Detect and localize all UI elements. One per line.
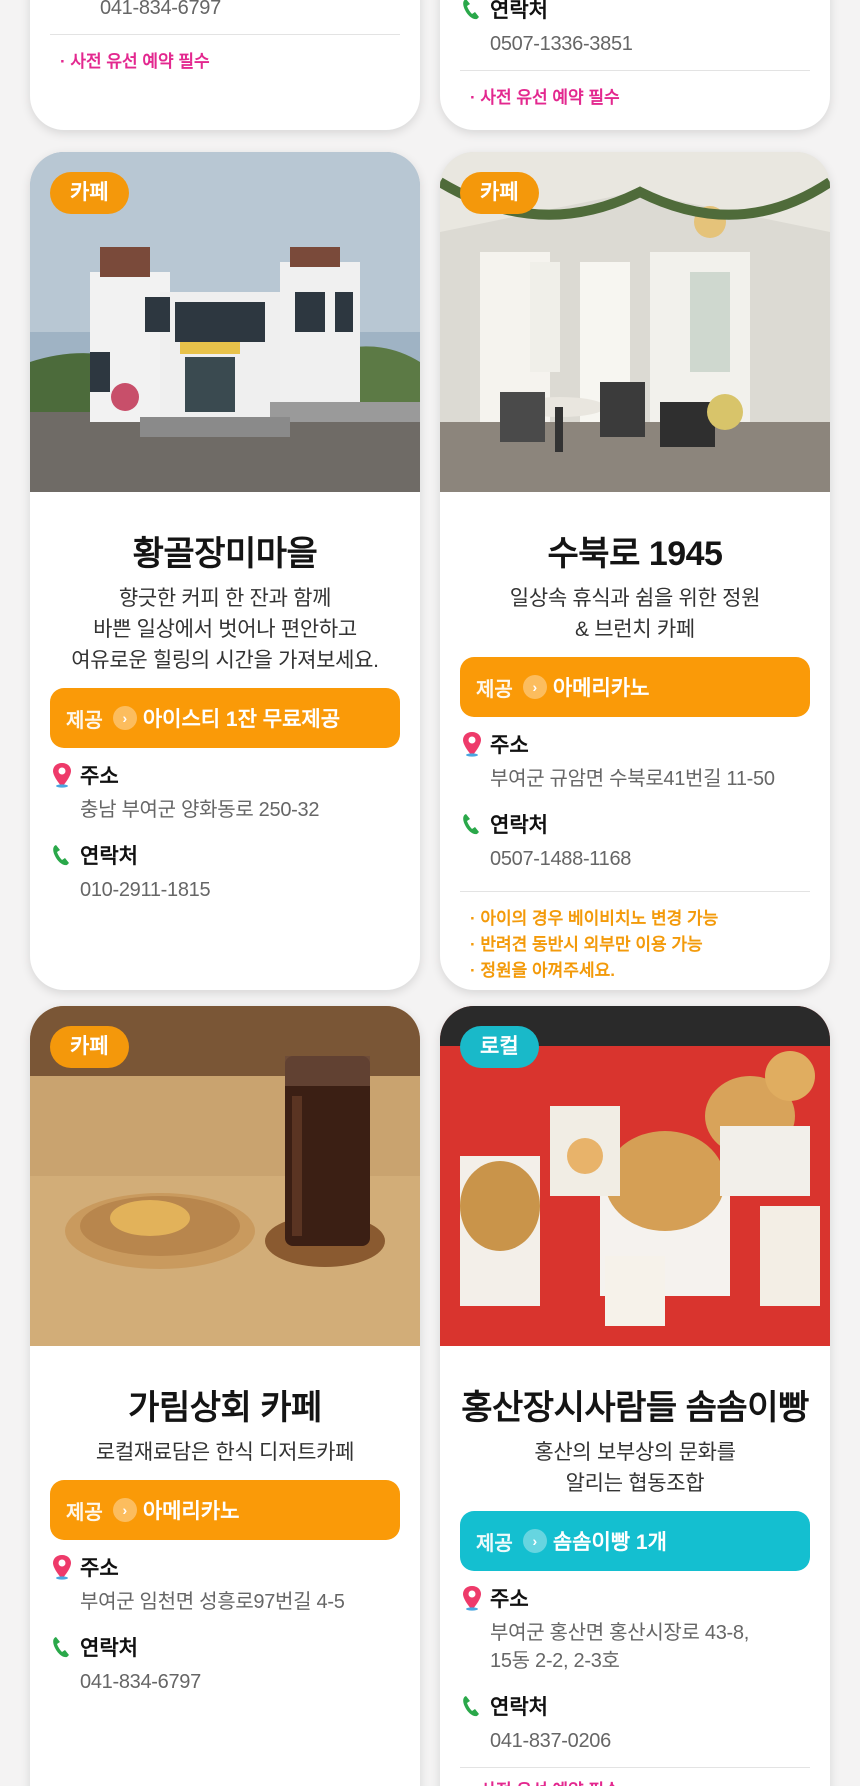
- note-item: · 정원을 아껴주세요.: [470, 961, 615, 980]
- place-description: 홍산의 보부상의 문화를 알리는 협동조합: [460, 1437, 810, 1499]
- address-label: 주소: [80, 765, 119, 788]
- category-badge: 카페: [50, 172, 129, 214]
- description-line: 바쁜 일상에서 벗어나 편안하고: [93, 618, 357, 641]
- place-description: 향긋한 커피 한 잔과 함께 바쁜 일상에서 벗어나 편안하고 여유로운 힐링의…: [50, 583, 400, 676]
- place-photo-building: 카페: [30, 152, 420, 492]
- phone-value[interactable]: 041-834-6797: [50, 1668, 400, 1696]
- address-value: 부여군 규암면 수북로41번길 11-50: [490, 768, 775, 790]
- category-badge: 카페: [50, 1026, 129, 1068]
- address-row: 주소: [50, 760, 400, 790]
- chevron-right-icon: ›: [112, 1498, 137, 1522]
- offer-value: 아이스티 1잔 무료제공: [142, 708, 341, 731]
- note-reservation: · 사전 유선 예약 필수: [470, 88, 620, 107]
- address-line: 15동 2-2, 2-3호: [490, 1650, 620, 1672]
- description-line: 여유로운 힐링의 시간을 가져보세요.: [71, 649, 379, 672]
- phone-row: 연락처: [460, 1691, 810, 1721]
- offer-bar: 제공 › 솜솜이빵 1개: [460, 1511, 810, 1571]
- note-reservation: · 사전 유선 예약 필수: [60, 52, 210, 71]
- map-pin-icon: [53, 1555, 71, 1580]
- description-line: 향긋한 커피 한 잔과 함께: [118, 587, 332, 610]
- phone-value: 041-834-6797: [100, 0, 221, 19]
- offer-bar: 제공 › 아이스티 1잔 무료제공: [50, 688, 400, 748]
- address-label: 주소: [490, 734, 529, 757]
- place-description: 일상속 휴식과 쉼을 위한 정원 & 브런치 카페: [460, 583, 810, 645]
- chevron-right-icon: ›: [522, 675, 547, 699]
- address-value: 부여군 임천면 성흥로97번길 4-5: [80, 1591, 345, 1613]
- chevron-right-icon: ›: [522, 1529, 547, 1553]
- offer-value: 솜솜이빵 1개: [552, 1531, 667, 1554]
- address-label: 주소: [490, 1588, 529, 1611]
- phone-label: 연락처: [490, 814, 548, 837]
- phone-value[interactable]: 0507-1488-1168: [460, 845, 810, 873]
- note-item: · 반려견 동반시 외부만 이용 가능: [470, 935, 703, 954]
- phone-label: 연락처: [80, 1637, 138, 1660]
- phone-row: 연락처: [460, 809, 810, 839]
- divider: [460, 891, 810, 892]
- phone-label: 연락처: [490, 1696, 548, 1719]
- phone-row: 연락처: [50, 1632, 400, 1662]
- place-title: 수북로 1945: [547, 535, 723, 573]
- divider: [460, 1767, 810, 1768]
- address-row: 주소: [50, 1552, 400, 1582]
- map-pin-icon: [463, 732, 481, 757]
- notes-list: · 아이의 경우 베이비치노 변경 가능 · 반려견 동반시 외부만 이용 가능…: [460, 906, 810, 984]
- phone-icon: [463, 1696, 479, 1717]
- description-line: 일상속 휴식과 쉼을 위한 정원: [509, 587, 761, 610]
- chevron-right-icon: ›: [112, 706, 137, 730]
- phone-label: 연락처: [490, 0, 548, 22]
- place-card[interactable]: 카페 수북로 1945 일상속 휴식과 쉼을 위한 정원 & 브런치 카페 제공…: [440, 152, 830, 990]
- note-item: · 사전 유선 예약 필수: [470, 1778, 810, 1786]
- place-title: 홍산장시사람들 솜솜이빵: [461, 1389, 809, 1427]
- place-photo-bread: 로컬: [440, 1006, 830, 1346]
- phone-icon: [463, 0, 479, 20]
- phone-icon: [53, 1637, 69, 1658]
- phone-value[interactable]: 041-837-0206: [460, 1727, 810, 1755]
- offer-value: 아메리카노: [142, 1500, 240, 1523]
- offer-label: 제공: [476, 678, 513, 701]
- address-line: 부여군 홍산면 홍산시장로 43-8,: [490, 1622, 749, 1644]
- description-line: & 브런치 카페: [575, 618, 695, 641]
- offer-value: 아메리카노: [552, 677, 650, 700]
- card-previous-right: 연락처 0507-1336-3851 · 사전 유선 예약 필수: [440, 0, 830, 130]
- place-title: 가림상회 카페: [128, 1389, 322, 1427]
- offer-label: 제공: [66, 709, 103, 732]
- offer-label: 제공: [66, 1501, 103, 1524]
- note-item: · 아이의 경우 베이비치노 변경 가능: [470, 909, 719, 928]
- description-line: 알리는 협동조합: [565, 1472, 705, 1495]
- address-row: 주소: [460, 1583, 810, 1613]
- phone-value[interactable]: 010-2911-1815: [50, 876, 400, 904]
- description-line: 로컬재료담은 한식 디저트카페: [95, 1441, 355, 1464]
- address-row: 주소: [460, 729, 810, 759]
- category-badge: 로컬: [460, 1026, 539, 1068]
- address-value: 충남 부여군 양화동로 250-32: [80, 799, 320, 821]
- place-card[interactable]: 카페 황골장미마을 향긋한 커피 한 잔과 함께 바쁜 일상에서 벗어나 편안하…: [30, 152, 420, 990]
- phone-row: 연락처: [460, 0, 810, 24]
- card-previous-left: 041-834-6797 · 사전 유선 예약 필수: [30, 0, 420, 130]
- offer-bar: 제공 › 아메리카노: [460, 657, 810, 717]
- place-description: 로컬재료담은 한식 디저트카페: [50, 1437, 400, 1468]
- map-pin-icon: [463, 1586, 481, 1611]
- place-photo-interior: 카페: [440, 152, 830, 492]
- address-label: 주소: [80, 1557, 119, 1580]
- phone-row: 연락처: [50, 840, 400, 870]
- map-pin-icon: [53, 763, 71, 788]
- notes-list: · 사전 유선 예약 필수: [460, 1778, 810, 1786]
- phone-icon: [53, 845, 69, 866]
- category-badge: 카페: [460, 172, 539, 214]
- phone-label: 연락처: [80, 845, 138, 868]
- place-card[interactable]: 로컬 홍산장시사람들 솜솜이빵 홍산의 보부상의 문화를 알리는 협동조합 제공…: [440, 1006, 830, 1786]
- place-photo-drink: 카페: [30, 1006, 420, 1346]
- divider: [460, 70, 810, 71]
- divider: [50, 34, 400, 35]
- place-card[interactable]: 카페 가림상회 카페 로컬재료담은 한식 디저트카페 제공 › 아메리카노 주소…: [30, 1006, 420, 1786]
- offer-label: 제공: [476, 1532, 513, 1555]
- description-line: 홍산의 보부상의 문화를: [534, 1441, 736, 1464]
- offer-bar: 제공 › 아메리카노: [50, 1480, 400, 1540]
- phone-icon: [463, 814, 479, 835]
- address-value: 부여군 홍산면 홍산시장로 43-8, 15동 2-2, 2-3호: [460, 1619, 810, 1675]
- place-title: 황골장미마을: [132, 535, 318, 573]
- phone-value: 0507-1336-3851: [490, 33, 633, 55]
